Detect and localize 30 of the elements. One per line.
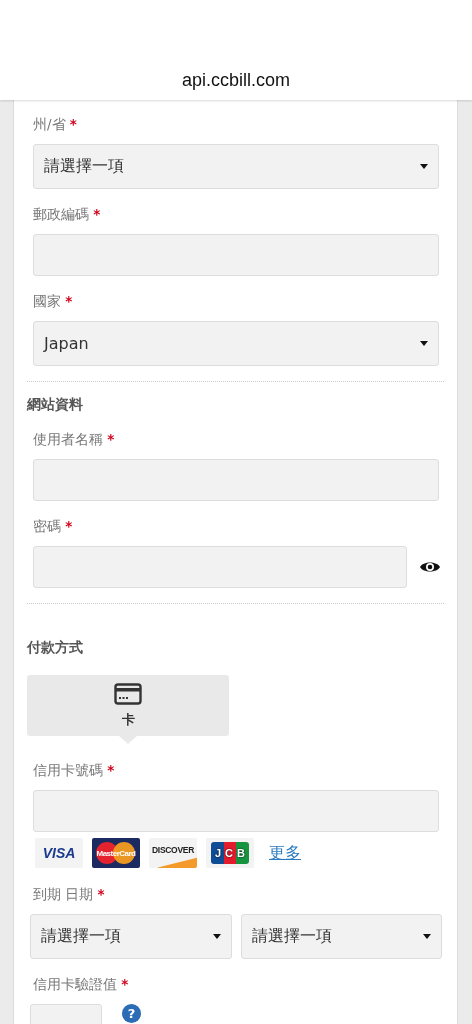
field-label: 國家 *: [33, 292, 74, 311]
caret-icon: [212, 934, 221, 939]
field-label: 信用卡驗證值 *: [33, 975, 130, 994]
section-heading: 付款方式: [27, 638, 84, 657]
select-field[interactable]: 請選擇一項: [240, 914, 442, 959]
caret-icon: [420, 341, 428, 346]
card-brand-logo: DISCOVER: [149, 838, 197, 868]
payment-method-tab[interactable]: 卡: [27, 675, 229, 736]
field-label: 使用者名稱 *: [33, 430, 116, 449]
card-brand-logo: VISA: [35, 838, 83, 868]
field-label: 信用卡號碼 *: [33, 761, 116, 780]
help-button[interactable]: ?: [122, 1004, 141, 1023]
section-heading: 網站資料: [27, 395, 84, 414]
input-field[interactable]: [33, 459, 439, 501]
input-field[interactable]: [33, 790, 439, 832]
select-field[interactable]: Japan: [33, 321, 439, 366]
select-field[interactable]: 請選擇一項: [30, 914, 232, 959]
input-field[interactable]: [33, 234, 439, 276]
field-label: 到期 日期 *: [33, 885, 106, 904]
credit-card-icon: [114, 682, 142, 705]
select-field[interactable]: 請選擇一項: [33, 144, 439, 189]
caret-icon: [420, 164, 428, 169]
url-text: api.ccbill.com: [181, 70, 290, 91]
password-field[interactable]: [33, 546, 407, 588]
caret-icon: [423, 934, 431, 939]
field-label: 郵政編碼 *: [33, 205, 102, 224]
field-label: 密碼 *: [33, 517, 74, 536]
more-link[interactable]: 更多: [269, 842, 301, 864]
field-label: 州/省 *: [33, 115, 78, 134]
eye-icon[interactable]: [420, 560, 440, 574]
